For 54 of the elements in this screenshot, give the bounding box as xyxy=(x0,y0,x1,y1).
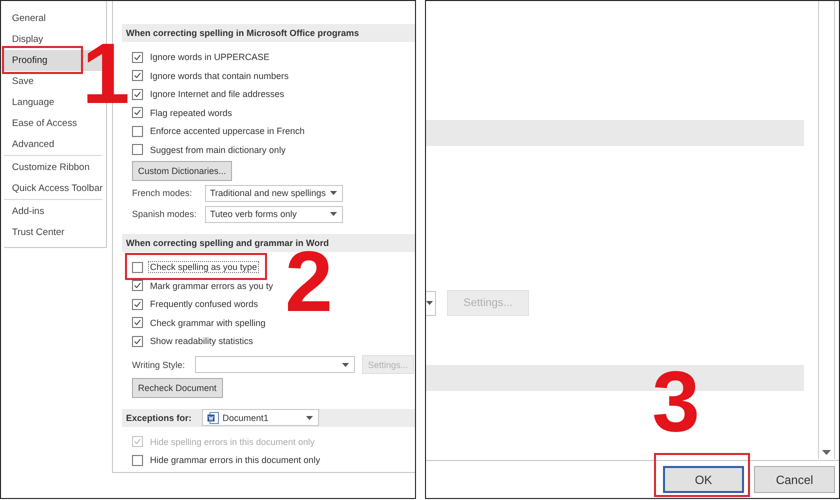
checkbox-label[interactable]: Hide grammar errors in this document only xyxy=(148,454,322,466)
dropdown[interactable] xyxy=(426,290,436,316)
checkbox-label[interactable]: Ignore Internet and file addresses xyxy=(148,88,286,100)
checkbox-label[interactable]: Enforce accented uppercase in French xyxy=(148,125,307,138)
caret-icon xyxy=(330,212,337,216)
checkbox[interactable] xyxy=(132,317,143,328)
caret-icon xyxy=(426,301,433,305)
checkbox-label[interactable]: Flag repeated words xyxy=(148,106,234,119)
checkbox[interactable] xyxy=(132,280,143,292)
checkbox-label[interactable]: Check spelling as you type xyxy=(148,261,260,274)
sidebar-item[interactable]: Customize Ribbon xyxy=(4,157,106,178)
caret-icon xyxy=(330,191,337,195)
checkbox[interactable] xyxy=(132,52,143,63)
checkbox-label[interactable]: Mark grammar errors as you ty xyxy=(148,280,276,292)
checkbox-label[interactable]: Suggest from main dictionary only xyxy=(148,144,288,156)
sidebar-item[interactable]: Advanced xyxy=(4,134,102,155)
section-header: When correcting spelling and grammar in Word xyxy=(122,234,415,252)
section-header: When correcting spelling in Microsoft Office programs xyxy=(122,24,415,42)
dropdown[interactable]: Tuteo verb forms only xyxy=(205,206,343,222)
field-label: Writing Style: xyxy=(132,360,186,370)
checkbox[interactable] xyxy=(132,70,143,82)
dialog-button[interactable]: OK xyxy=(663,466,744,493)
scroll-down-icon[interactable] xyxy=(822,450,831,455)
checkbox[interactable] xyxy=(132,107,143,118)
sidebar-item[interactable]: Ease of Access xyxy=(4,113,106,134)
checkbox-label[interactable]: Frequently confused words xyxy=(148,298,260,310)
caret-icon xyxy=(306,416,313,420)
section-header: Exceptions for: xyxy=(126,412,192,422)
field-label: French modes: xyxy=(132,188,194,198)
sidebar-item[interactable]: Add-ins xyxy=(4,201,106,222)
sidebar-item[interactable]: General xyxy=(4,8,106,29)
checkbox[interactable] xyxy=(132,454,143,466)
dialog-button[interactable]: Custom Dictionaries... xyxy=(132,161,232,181)
sidebar-item[interactable]: Trust Center xyxy=(4,222,106,243)
dropdown[interactable]: Traditional and new spellings xyxy=(205,184,343,202)
dropdown[interactable]: Document1 xyxy=(202,409,319,426)
checkbox[interactable] xyxy=(132,298,143,310)
checkbox-label[interactable]: Ignore words in UPPERCASE xyxy=(148,51,272,64)
step-number: 3 xyxy=(652,368,700,437)
document-icon xyxy=(206,412,219,424)
checkbox[interactable] xyxy=(132,88,143,100)
checkbox-label[interactable]: Ignore words that contain numbers xyxy=(148,70,291,82)
dialog-button[interactable]: Cancel xyxy=(754,466,835,493)
sidebar-item[interactable]: Quick Access Toolbar xyxy=(4,178,102,199)
checkbox-label[interactable]: Show readability statistics xyxy=(148,335,256,348)
checkbox[interactable] xyxy=(132,262,143,273)
checkbox[interactable] xyxy=(132,336,143,347)
checkbox[interactable] xyxy=(132,126,143,137)
checkbox[interactable] xyxy=(132,144,143,156)
field-label: Spanish modes: xyxy=(132,209,198,219)
caret-icon xyxy=(342,362,349,366)
checkbox-label[interactable]: Check grammar with spelling xyxy=(148,316,268,329)
dialog-button[interactable]: Recheck Document xyxy=(132,378,223,398)
scrollbar[interactable] xyxy=(818,1,835,459)
